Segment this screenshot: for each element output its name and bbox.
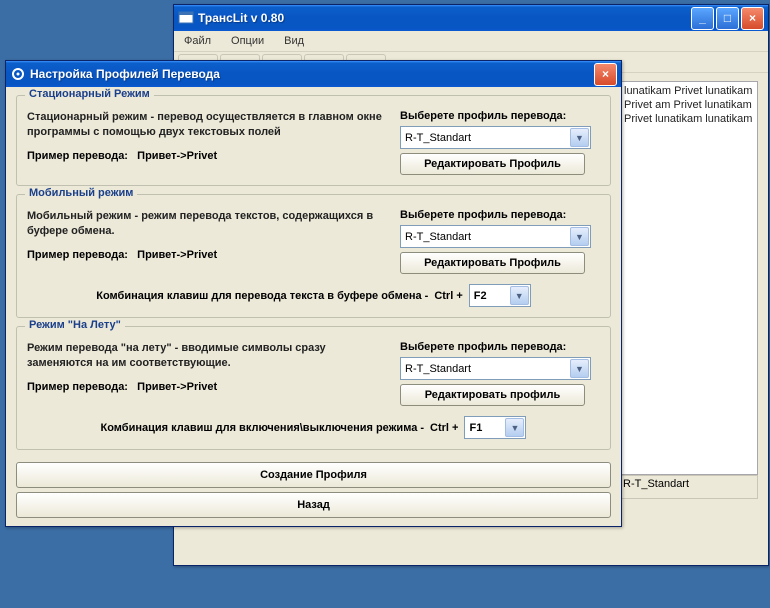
mobile-profile-combo[interactable]: R-T_Standart ▼	[400, 225, 591, 248]
menu-file[interactable]: Файл	[180, 33, 215, 49]
mobile-hotkey-row: Комбинация клавиш для перевода текста в …	[27, 284, 600, 307]
hotkey-label: Комбинация клавиш для включения\выключен…	[101, 422, 425, 434]
menubar: Файл Опции Вид	[174, 31, 768, 52]
menu-options[interactable]: Опции	[227, 33, 268, 49]
menu-view[interactable]: Вид	[280, 33, 308, 49]
hotkey-prefix: Ctrl +	[434, 290, 462, 302]
example-value: Привет->Privet	[137, 381, 217, 393]
gear-icon	[10, 66, 26, 82]
group-stationary: Стационарный Режим Стационарный режим - …	[16, 95, 611, 186]
onthefly-example: Пример перевода: Привет->Privet	[27, 381, 382, 393]
example-value: Привет->Privet	[137, 249, 217, 261]
settings-dialog: Настройка Профилей Перевода × Стационарн…	[5, 60, 622, 527]
group-heading-onthefly: Режим "На Лету"	[25, 319, 125, 331]
chevron-down-icon: ▼	[570, 359, 589, 378]
combo-value: F1	[469, 422, 482, 434]
close-button[interactable]: ×	[741, 7, 764, 30]
group-onthefly: Режим "На Лету" Режим перевода "на лету"…	[16, 326, 611, 450]
stationary-example: Пример перевода: Привет->Privet	[27, 150, 382, 162]
example-label: Пример перевода:	[27, 381, 128, 393]
combo-value: R-T_Standart	[405, 363, 471, 375]
onthefly-select-label: Выберете профиль перевода:	[400, 341, 600, 353]
example-value: Привет->Privet	[137, 150, 217, 162]
chevron-down-icon: ▼	[505, 418, 524, 437]
stationary-select-label: Выберете профиль перевода:	[400, 110, 600, 122]
combo-value: R-T_Standart	[405, 231, 471, 243]
create-profile-button[interactable]: Создание Профиля	[16, 462, 611, 488]
chevron-down-icon: ▼	[570, 128, 589, 147]
dialog-close-button[interactable]: ×	[594, 63, 617, 86]
hotkey-prefix: Ctrl +	[430, 422, 458, 434]
minimize-button[interactable]: _	[691, 7, 714, 30]
dialog-titlebar: Настройка Профилей Перевода ×	[6, 61, 621, 87]
mobile-select-label: Выберете профиль перевода:	[400, 209, 600, 221]
chevron-down-icon: ▼	[570, 227, 589, 246]
combo-value: F2	[474, 290, 487, 302]
maximize-button[interactable]: □	[716, 7, 739, 30]
onthefly-hotkey-combo[interactable]: F1 ▼	[464, 416, 526, 439]
app-icon	[178, 10, 194, 26]
mobile-hotkey-combo[interactable]: F2 ▼	[469, 284, 531, 307]
stationary-desc: Стационарный режим - перевод осуществляе…	[27, 110, 382, 140]
main-title: ТрансLit v 0.80	[198, 11, 691, 25]
mobile-example: Пример перевода: Привет->Privet	[27, 249, 382, 261]
onthefly-profile-combo[interactable]: R-T_Standart ▼	[400, 357, 591, 380]
stationary-edit-button[interactable]: Редактировать Профиль	[400, 153, 585, 175]
chevron-down-icon: ▼	[510, 286, 529, 305]
status-profile: R-T_Standart	[618, 475, 758, 499]
stationary-profile-combo[interactable]: R-T_Standart ▼	[400, 126, 591, 149]
group-mobile: Мобильный режим Мобильный режим - режим …	[16, 194, 611, 318]
back-button[interactable]: Назад	[16, 492, 611, 518]
onthefly-edit-button[interactable]: Редактировать профиль	[400, 384, 585, 406]
combo-value: R-T_Standart	[405, 132, 471, 144]
output-textarea[interactable]: lunatikam Privet lunatikam Privet am Pri…	[620, 81, 758, 475]
mobile-desc: Мобильный режим - режим перевода текстов…	[27, 209, 382, 239]
dialog-title: Настройка Профилей Перевода	[30, 67, 594, 81]
mobile-edit-button[interactable]: Редактировать Профиль	[400, 252, 585, 274]
group-heading-stationary: Стационарный Режим	[25, 88, 154, 100]
example-label: Пример перевода:	[27, 249, 128, 261]
onthefly-desc: Режим перевода "на лету" - вводимые симв…	[27, 341, 382, 371]
onthefly-hotkey-row: Комбинация клавиш для включения\выключен…	[27, 416, 600, 439]
hotkey-label: Комбинация клавиш для перевода текста в …	[96, 290, 428, 302]
main-titlebar: ТрансLit v 0.80 _ □ ×	[174, 5, 768, 31]
group-heading-mobile: Мобильный режим	[25, 187, 137, 199]
example-label: Пример перевода:	[27, 150, 128, 162]
